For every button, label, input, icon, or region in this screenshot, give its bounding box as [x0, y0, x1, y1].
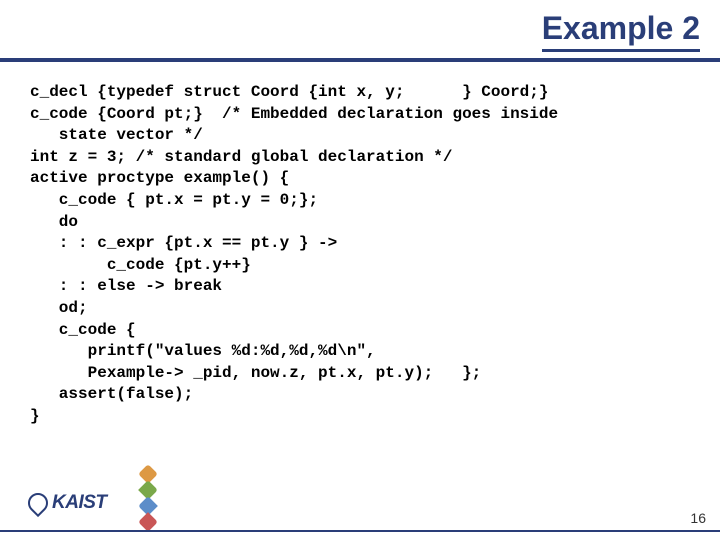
slide-title: Example 2	[542, 10, 700, 52]
code-line: c_code { pt.x = pt.y = 0;};	[30, 191, 318, 209]
code-line: Pexample-> _pid, now.z, pt.x, pt.y); };	[30, 364, 481, 382]
code-line: od;	[30, 299, 88, 317]
slide: Example 2 c_decl {typedef struct Coord {…	[0, 0, 720, 540]
code-line: c_code {Coord pt;} /* Embedded declarati…	[30, 105, 558, 123]
code-line: c_code {pt.y++}	[30, 256, 251, 274]
code-line: c_code {	[30, 321, 136, 339]
code-line: : : c_expr {pt.x == pt.y } ->	[30, 234, 337, 252]
code-line: : : else -> break	[30, 277, 222, 295]
brand-logo: KAIST	[28, 492, 107, 514]
code-line: do	[30, 213, 78, 231]
brand-text: KAIST	[52, 492, 107, 514]
title-row: Example 2	[0, 0, 720, 56]
code-line: int z = 3; /* standard global declaratio…	[30, 148, 452, 166]
code-line: assert(false);	[30, 385, 193, 403]
code-block: c_decl {typedef struct Coord {int x, y; …	[0, 62, 720, 540]
flower-icon	[140, 466, 170, 530]
footer-divider	[0, 530, 720, 532]
code-line: c_decl {typedef struct Coord {int x, y; …	[30, 83, 548, 101]
footer: KAIST 16	[0, 486, 720, 532]
code-line: active proctype example() {	[30, 169, 289, 187]
page-number: 16	[690, 510, 706, 526]
code-line: state vector */	[30, 126, 203, 144]
code-line: }	[30, 407, 40, 425]
brand-swirl-icon	[24, 489, 52, 517]
code-line: printf("values %d:%d,%d,%d\n",	[30, 342, 376, 360]
